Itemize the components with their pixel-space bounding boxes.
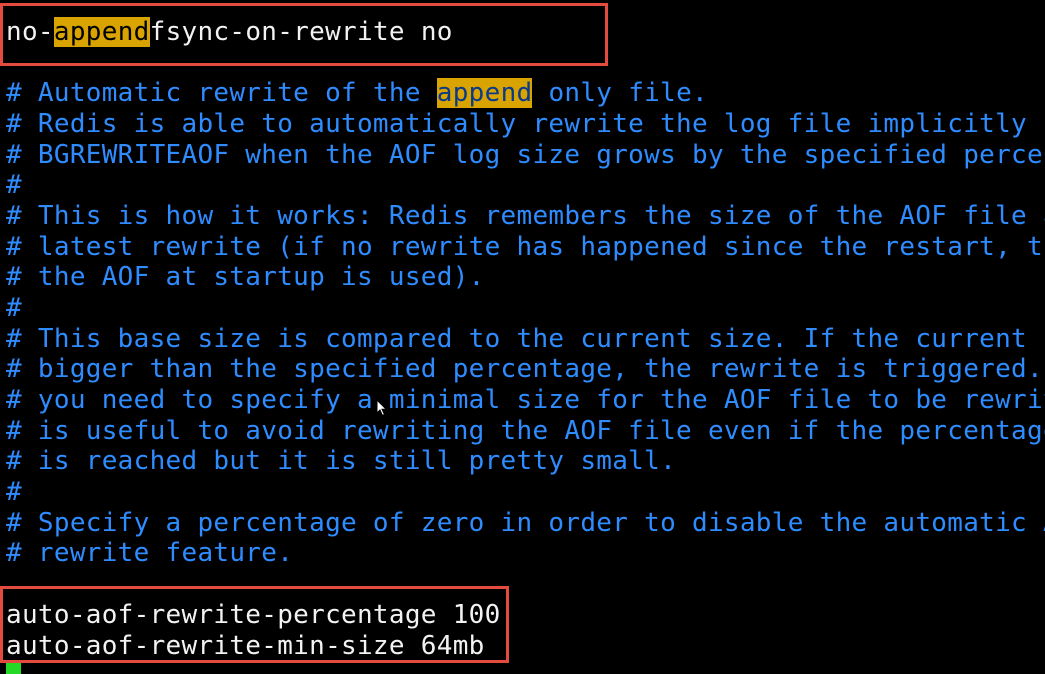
comment-first-prefix: # Automatic rewrite of the — [6, 78, 437, 108]
config-line-no-appendfsync: no-appendfsync-on-rewrite no — [6, 17, 453, 48]
top-line-suffix: fsync-on-rewrite no — [149, 17, 453, 47]
comment-line: # Specify a percentage of zero in order … — [6, 508, 1045, 538]
terminal-cursor — [6, 663, 21, 674]
comment-line: # latest rewrite (if no rewrite has happ… — [6, 232, 1045, 262]
config-line-rewrite-min-size: auto-aof-rewrite-min-size 64mb — [6, 631, 485, 661]
comment-line: # BGREWRITEAOF when the AOF log size gro… — [6, 140, 1045, 170]
comment-line: # This is how it works: Redis remembers … — [6, 201, 1045, 231]
comment-line: # is useful to avoid rewriting the AOF f… — [6, 416, 1045, 446]
comment-line: # is reached but it is still pretty smal… — [6, 446, 677, 476]
comment-line: # you need to specify a minimal size for… — [6, 385, 1045, 415]
search-highlight: append — [53, 17, 150, 47]
comment-line: # This base size is compared to the curr… — [6, 324, 1045, 354]
search-highlight: append — [436, 78, 533, 108]
comment-line: # Redis is able to automatically rewrite… — [6, 109, 1045, 139]
comment-line: # Automatic rewrite of the append only f… — [6, 78, 708, 109]
mouse-pointer-icon — [376, 399, 388, 417]
top-line-prefix: no- — [6, 17, 54, 47]
comment-line: # — [6, 170, 22, 200]
comment-line: # — [6, 477, 22, 507]
comment-line: # — [6, 293, 22, 323]
terminal-window[interactable]: no-appendfsync-on-rewrite no # Automatic… — [0, 0, 1045, 674]
comment-line: # rewrite feature. — [6, 538, 294, 568]
comment-line: # the AOF at startup is used). — [6, 262, 485, 292]
comment-first-suffix: only file. — [532, 78, 708, 108]
config-line-rewrite-percentage: auto-aof-rewrite-percentage 100 — [6, 600, 501, 630]
comment-line: # bigger than the specified percentage, … — [6, 354, 1043, 384]
